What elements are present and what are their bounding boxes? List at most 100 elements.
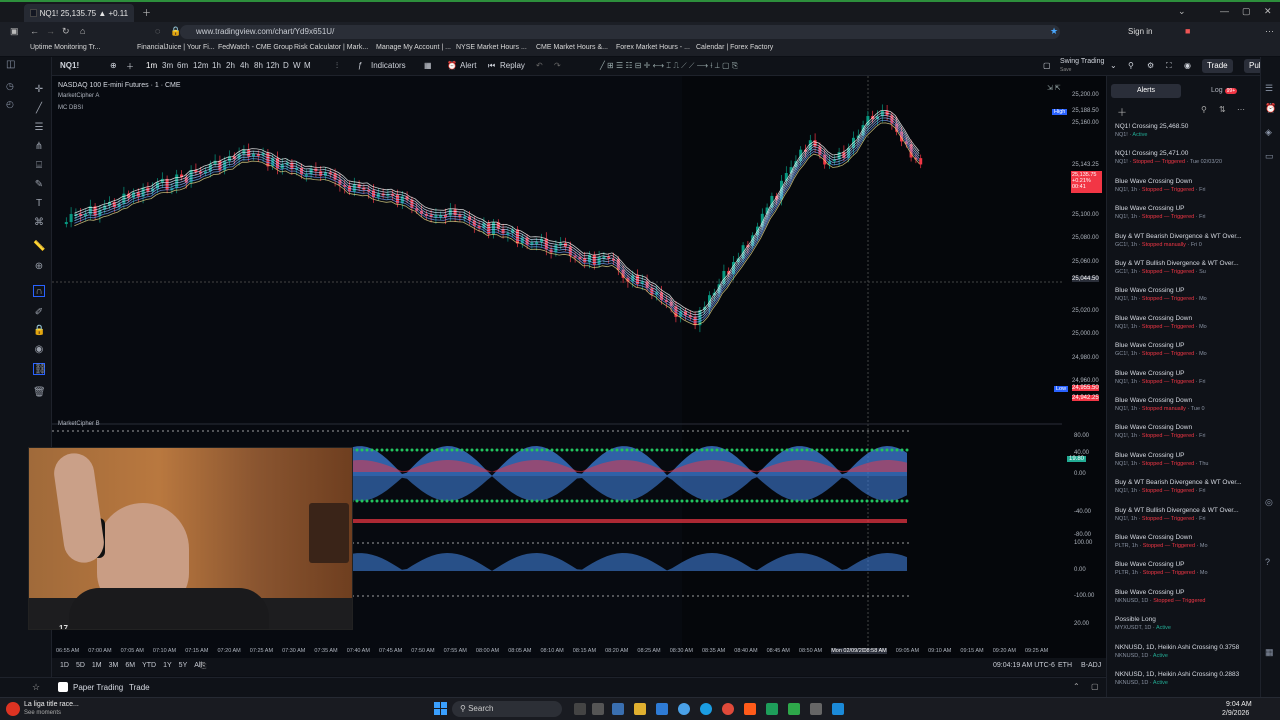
drawing-tools-strip[interactable]: ╱ ⊞ ☰ ☷ ⊟ ✛ ⟷ ⌶ ⎍ ⟋ ⟋ ⟶ ⟊ ⟂ ▢ ⎘: [600, 61, 738, 71]
alert-item[interactable]: Blue Wave Crossing UP PLTR, 1h · Stopped …: [1115, 561, 1259, 588]
alert-item[interactable]: Blue Wave Crossing UP NKNUSD, 1D · Stoppe…: [1115, 589, 1259, 616]
back-icon[interactable]: ←: [30, 26, 39, 36]
taskbar-search[interactable]: ⚲ Search: [452, 701, 562, 717]
collapse-icon[interactable]: ⌃: [1073, 682, 1080, 691]
explorer-icon[interactable]: [612, 703, 624, 715]
excel-icon[interactable]: [766, 703, 778, 715]
indicators-icon[interactable]: ƒ: [358, 61, 362, 70]
windows-start-icon[interactable]: [434, 702, 447, 715]
layout-name[interactable]: Swing Trading: [1060, 58, 1104, 65]
alert-item[interactable]: Blue Wave Crossing UP NQ1!, 1h · Stopped …: [1115, 287, 1259, 314]
watchlist-icon[interactable]: ☰: [1265, 83, 1273, 94]
alert-item[interactable]: Blue Wave Crossing Down NQ1!, 1h · Stoppe…: [1115, 397, 1259, 424]
bookmark-item[interactable]: Uptime Monitoring Tr...: [30, 44, 100, 51]
sidebar-toggle-icon[interactable]: ▣: [10, 26, 19, 37]
alert-button[interactable]: Alert: [460, 61, 476, 70]
alert-item[interactable]: Blue Wave Crossing UP NQ1!, 1h · Stopped …: [1115, 205, 1259, 232]
news-icon[interactable]: [6, 702, 20, 716]
edge-icon[interactable]: [700, 703, 712, 715]
redo-icon[interactable]: ↷: [554, 61, 561, 70]
crosshair-icon[interactable]: ✛: [33, 84, 45, 96]
reload-icon[interactable]: ↻: [62, 26, 70, 37]
trade-button[interactable]: Trade: [1202, 59, 1233, 73]
interval-d[interactable]: D: [283, 61, 289, 70]
interval-12h[interactable]: 12h: [266, 61, 279, 70]
lock-drawings-icon[interactable]: 🔒: [33, 325, 45, 337]
zoom-icon[interactable]: ⊕: [33, 261, 45, 273]
browser-tab[interactable]: NQ1! 25,135.75 ▲ +0.11% Swin: [24, 4, 134, 22]
eye-icon[interactable]: ◉: [33, 344, 45, 356]
layout-chevron-icon[interactable]: ⌄: [1110, 61, 1117, 70]
undo-icon[interactable]: ↶: [536, 61, 543, 70]
sign-in-button[interactable]: Sign in: [1128, 27, 1152, 36]
compare-icon[interactable]: ⊕: [110, 61, 117, 70]
range-button[interactable]: 1M: [92, 662, 102, 669]
home-icon[interactable]: ⌂: [80, 26, 85, 36]
news-widget-sub[interactable]: See moments: [24, 710, 61, 716]
alert-item[interactable]: Blue Wave Crossing Down NQ1!, 1h · Stoppe…: [1115, 315, 1259, 342]
help-icon[interactable]: ?: [1265, 557, 1270, 567]
shield-icon[interactable]: ◌: [155, 26, 160, 36]
alert-item[interactable]: Blue Wave Crossing Down PLTR, 1h · Stoppe…: [1115, 534, 1259, 561]
add-alert-icon[interactable]: ＋: [1117, 104, 1127, 119]
alert-item[interactable]: Blue Wave Crossing UP NQ1!, 1h · Stopped …: [1115, 370, 1259, 397]
session-toggle[interactable]: ETH: [1058, 662, 1072, 669]
trash-icon[interactable]: 🗑: [33, 387, 46, 399]
maximize-panel-icon[interactable]: ▢: [1091, 682, 1099, 691]
settings-app-icon[interactable]: [592, 703, 604, 715]
study-label-dbsi[interactable]: MC DBSI: [58, 105, 83, 111]
interval-w[interactable]: W: [293, 61, 301, 70]
study-label-b[interactable]: MarketCipher B: [58, 421, 100, 427]
sort-icon[interactable]: ⇅: [1219, 105, 1226, 114]
alert-item[interactable]: NKNUSD, 1D, Heikin Ashi Crossing 0.3758 N…: [1115, 644, 1259, 671]
range-button[interactable]: 5D: [76, 662, 85, 669]
range-button[interactable]: 5Y: [179, 662, 188, 669]
clock-icon[interactable]: ◴: [6, 99, 14, 110]
interval-1m[interactable]: 1m: [146, 61, 157, 70]
app-icon[interactable]: [810, 703, 822, 715]
extension-icon[interactable]: ■: [1185, 26, 1190, 36]
alert-item[interactable]: Blue Wave Crossing Down NQ1!, 1h · Stoppe…: [1115, 178, 1259, 205]
fullscreen-icon[interactable]: ⛶: [1166, 61, 1172, 71]
link-icon[interactable]: ⛓: [33, 363, 47, 375]
bookmark-item[interactable]: CME Market Hours &...: [536, 44, 608, 51]
layout-icon[interactable]: ▢: [1043, 61, 1051, 70]
calculator-icon[interactable]: [656, 703, 668, 715]
trendline-icon[interactable]: ╱: [33, 103, 45, 115]
bookmark-item[interactable]: Manage My Account | ...: [376, 44, 451, 51]
bookmark-item[interactable]: Forex Market Hours - ...: [616, 44, 690, 51]
trade-tab[interactable]: Trade: [129, 683, 150, 692]
alert-item[interactable]: Buy & WT Bearish Divergence & WT Over...…: [1115, 233, 1259, 260]
bookmark-item[interactable]: Calendar | Forex Factory: [696, 44, 773, 51]
layout-save[interactable]: Save: [1060, 67, 1071, 73]
opera-icon[interactable]: [722, 703, 734, 715]
more-icon[interactable]: ⋯: [1237, 105, 1245, 114]
add-symbol-icon[interactable]: ＋: [126, 61, 134, 72]
brave-icon[interactable]: [744, 703, 756, 715]
pencil-lock-icon[interactable]: ✐: [33, 307, 45, 319]
new-tab-icon[interactable]: ＋: [142, 6, 151, 19]
interval-m[interactable]: M: [304, 61, 311, 70]
forward-icon[interactable]: →: [46, 26, 55, 36]
ideas-icon[interactable]: ◎: [1265, 497, 1273, 508]
bookmark-item[interactable]: FinancialJuice | Your Fi...: [137, 44, 215, 51]
alert-item[interactable]: Possible Long MYXUSDT, 1D · Active: [1115, 616, 1259, 643]
search-alerts-icon[interactable]: ⚲: [1201, 105, 1207, 114]
adjustment-toggle[interactable]: B-ADJ: [1081, 662, 1101, 669]
tray-date[interactable]: 2/9/2026: [1222, 710, 1249, 717]
alert-item[interactable]: NQ1! Crossing 25,468.50 NQ1! · Active: [1115, 123, 1259, 150]
time-axis[interactable]: 06:55 AM 07:00 AM 07:05 AM 07:10 AM 07:15 AM…: [52, 648, 1106, 657]
alert-item[interactable]: NKNUSD, 1D, Heikin Ashi Crossing 0.2883 N…: [1115, 671, 1259, 698]
history-icon[interactable]: ◷: [6, 81, 14, 92]
study-label-a[interactable]: MarketCipher A: [58, 93, 99, 99]
fib-icon[interactable]: ⋔: [33, 141, 45, 153]
layers-icon[interactable]: ◈: [1265, 127, 1272, 138]
alerts-clock-icon[interactable]: ⏰: [1265, 103, 1276, 114]
alarm-icon[interactable]: ⏰: [447, 61, 457, 70]
range-button[interactable]: 1D: [60, 662, 69, 669]
news-widget-title[interactable]: La liga title race...: [24, 701, 79, 708]
range-button[interactable]: 3M: [109, 662, 119, 669]
pitchfork-icon[interactable]: ⌸: [33, 160, 45, 172]
clock-readout[interactable]: 09:04:19 AM UTC-6: [993, 662, 1055, 669]
paper-trading-tab[interactable]: Paper Trading: [73, 683, 123, 692]
